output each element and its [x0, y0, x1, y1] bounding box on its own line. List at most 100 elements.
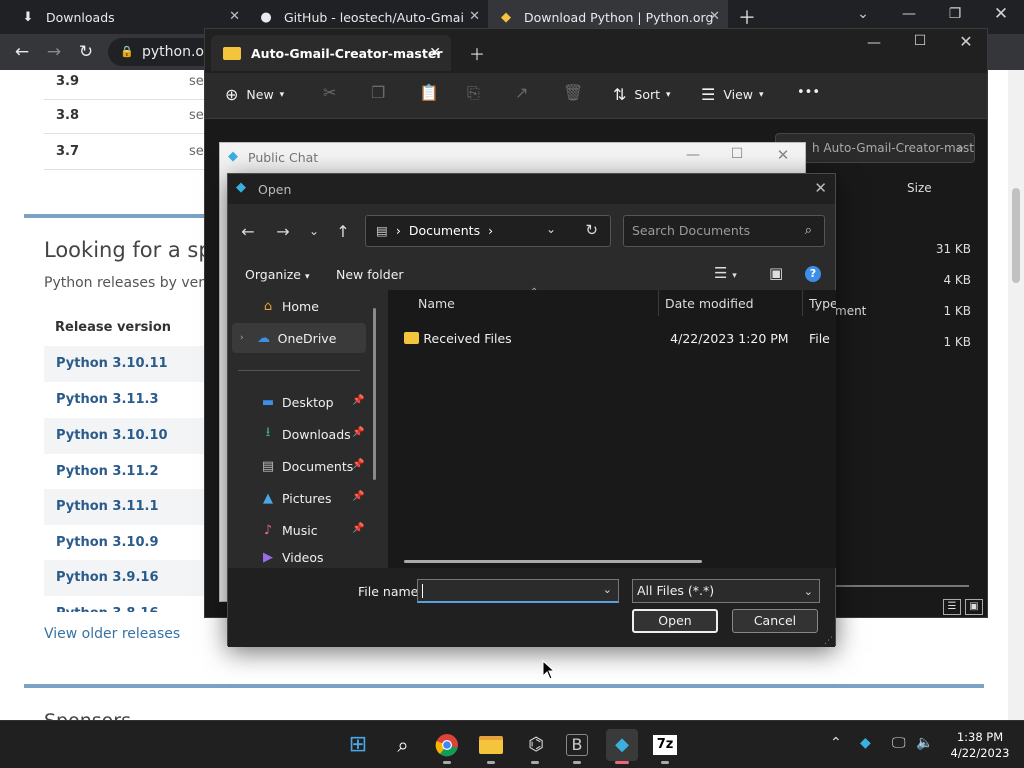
scrollbar-thumb[interactable] — [1012, 188, 1020, 283]
pin-icon[interactable]: 📌 — [352, 395, 364, 406]
system-clock[interactable]: 1:38 PM 4/22/2023 — [945, 729, 1015, 761]
rename-icon[interactable]: ⎘ — [467, 83, 480, 103]
pin-icon[interactable]: 📌 — [352, 427, 364, 438]
size-column-header[interactable]: Size — [907, 181, 932, 195]
chevron-down-icon[interactable]: ⌄ — [603, 583, 612, 596]
nav-item-onedrive[interactable]: › ☁ OneDrive — [240, 323, 336, 353]
volume-icon[interactable]: 🔈 — [916, 735, 933, 751]
close-icon[interactable]: ✕ — [760, 146, 806, 164]
view-button[interactable]: ☰ View ▾ — [701, 85, 764, 104]
back-icon[interactable]: ← — [238, 222, 258, 241]
chat-tray-icon[interactable]: ◆ — [860, 735, 871, 751]
release-link[interactable]: Python 3.10.11 — [44, 346, 214, 382]
recent-locations-icon[interactable]: ⌄ — [304, 224, 324, 238]
minimize-icon[interactable]: — — [851, 35, 897, 51]
chrome-icon[interactable] — [433, 731, 461, 759]
address-bar[interactable]: ▤ › Documents › ⌄ ↻ — [365, 215, 611, 247]
text-caret — [422, 584, 423, 598]
file-name-input[interactable]: ⌄ — [417, 579, 619, 603]
share-icon[interactable]: ↗ — [515, 83, 528, 102]
close-icon[interactable]: ✕ — [709, 9, 720, 24]
view-icon: ☰ — [701, 85, 716, 104]
sort-button[interactable]: ⇅ Sort ▾ — [613, 85, 671, 104]
release-link[interactable]: Python 3.9.16 — [44, 560, 214, 596]
cut-icon[interactable]: ✂ — [323, 83, 336, 102]
start-icon[interactable]: ⊞ — [344, 731, 372, 759]
maximize-icon[interactable]: ❐ — [932, 6, 978, 22]
new-tab-button[interactable]: ＋ — [469, 41, 485, 65]
horizontal-scrollbar[interactable] — [404, 560, 702, 563]
help-icon[interactable]: ? — [805, 266, 821, 282]
search-documents-input[interactable]: Search Documents ⌕ — [623, 215, 825, 247]
copy-icon[interactable]: ❐ — [371, 83, 385, 102]
show-hidden-icons-icon[interactable]: ⌃ — [830, 735, 842, 751]
bold-app-icon[interactable]: B — [566, 734, 588, 756]
release-link[interactable]: Python 3.10.9 — [44, 525, 214, 561]
new-button[interactable]: ⊕ New ▾ — [225, 85, 284, 104]
preview-pane-icon[interactable]: ▣ — [769, 264, 783, 282]
chevron-down-icon[interactable]: ⌄ — [546, 222, 556, 236]
maximize-icon[interactable]: ☐ — [897, 33, 943, 49]
back-icon[interactable]: ← — [10, 40, 34, 64]
cancel-button[interactable]: Cancel — [732, 609, 818, 633]
search-icon[interactable]: ⌕ — [389, 731, 417, 759]
chat-app-icon[interactable]: ◆ — [606, 729, 638, 761]
pin-icon[interactable]: 📌 — [352, 523, 364, 534]
close-icon[interactable]: ✕ — [814, 179, 827, 197]
refresh-icon[interactable]: ↻ — [585, 221, 598, 239]
delete-icon[interactable]: 🗑 — [563, 83, 583, 102]
maximize-icon[interactable]: ☐ — [714, 146, 760, 162]
breadcrumb-documents[interactable]: Documents — [409, 223, 480, 238]
date-column-header[interactable]: Date modified — [665, 296, 754, 311]
nav-item-videos[interactable]: ▶Videos📌 — [260, 547, 324, 567]
tab-search-icon[interactable]: ⌄ — [840, 6, 886, 22]
forward-icon[interactable]: → — [273, 222, 293, 241]
open-button[interactable]: Open — [632, 609, 718, 633]
release-link[interactable]: Python 3.11.3 — [44, 382, 214, 418]
minimize-icon[interactable]: — — [886, 6, 932, 22]
paste-icon[interactable]: 📋 — [419, 83, 439, 102]
network-icon[interactable]: 🖵 — [892, 735, 906, 751]
more-options-button[interactable]: ••• — [797, 85, 820, 100]
close-icon[interactable]: ✕ — [469, 9, 480, 24]
nav-item-home[interactable]: ⌂ Home — [260, 291, 319, 321]
close-icon[interactable]: ✕ — [229, 9, 240, 24]
up-icon[interactable]: ↑ — [333, 222, 353, 241]
organize-button[interactable]: Organize ▾ — [245, 267, 310, 282]
page-scrollbar[interactable] — [1008, 70, 1024, 720]
forward-icon[interactable]: → — [42, 40, 66, 64]
release-link[interactable]: Python 3.11.1 — [44, 489, 214, 525]
nav-item-pictures[interactable]: ▲ Pictures 📌 — [260, 483, 364, 513]
pin-icon[interactable]: 📌 — [352, 491, 364, 502]
close-icon[interactable]: ✕ — [978, 4, 1024, 24]
nav-item-music[interactable]: ♪ Music 📌 — [260, 515, 365, 545]
network-app-icon[interactable]: ⌬ — [522, 731, 550, 759]
tiles-view-icon[interactable]: ▣ — [965, 599, 983, 615]
nav-item-desktop[interactable]: ▬ Desktop 📌 — [260, 387, 365, 417]
github-icon: ● — [260, 9, 272, 25]
release-link[interactable]: Python 3.11.2 — [44, 454, 214, 490]
release-link[interactable]: Python 3.8.16 — [44, 596, 214, 612]
close-icon[interactable]: ✕ — [429, 45, 441, 61]
seven-zip-icon[interactable]: 7z — [653, 735, 677, 755]
file-explorer-icon[interactable] — [477, 731, 505, 759]
explorer-tab[interactable]: Auto-Gmail-Creator-master ✕ — [211, 35, 451, 71]
nav-scrollbar[interactable] — [373, 308, 376, 480]
release-link[interactable]: Python 3.10.10 — [44, 418, 214, 454]
name-column-header[interactable]: Name — [418, 296, 455, 311]
file-type-select[interactable]: All Files (*.*) ⌄ — [632, 579, 820, 603]
list-item[interactable]: Received Files 4/22/2023 1:20 PM File fo — [404, 326, 834, 350]
details-view-icon[interactable]: ☰ — [943, 599, 961, 615]
minimize-icon[interactable]: — — [670, 147, 716, 163]
nav-item-documents[interactable]: ▤ Documents 📌 — [260, 451, 365, 481]
type-column-header[interactable]: Type — [809, 296, 836, 311]
download-icon: ⬇ — [22, 9, 34, 25]
new-folder-button[interactable]: New folder — [336, 267, 404, 282]
pin-icon[interactable]: 📌 — [352, 459, 364, 470]
nav-item-downloads[interactable]: ⭳ Downloads 📌 — [260, 419, 365, 449]
close-icon[interactable]: ✕ — [943, 32, 989, 51]
view-older-releases-link[interactable]: View older releases — [44, 626, 180, 642]
view-menu-icon[interactable]: ☰ ▾ — [714, 264, 737, 282]
resize-grip-icon[interactable]: ⋰ — [824, 636, 833, 646]
reload-icon[interactable]: ↻ — [74, 40, 98, 64]
